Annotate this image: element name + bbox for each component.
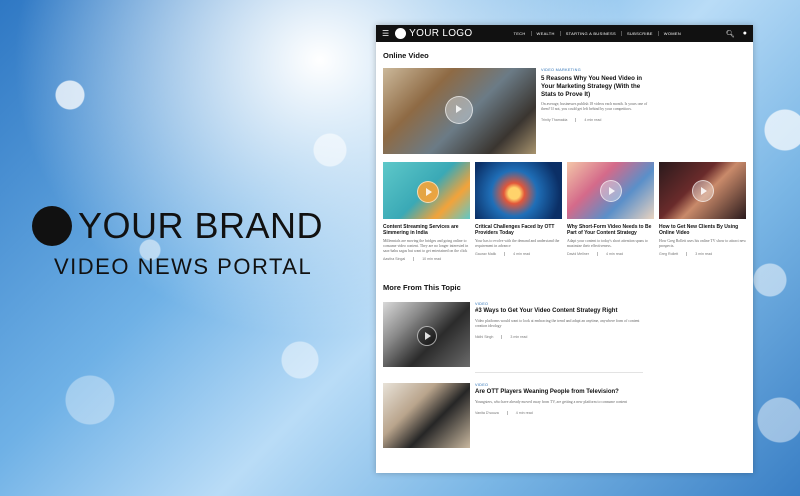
article-category[interactable]: VIDEO <box>475 302 645 306</box>
featured-text: VIDEO MARKETING 5 Reasons Why You Need V… <box>541 68 651 123</box>
video-card[interactable]: How to Get New Clients By Using Online V… <box>659 162 746 261</box>
article-title[interactable]: 5 Reasons Why You Need Video in Your Mar… <box>541 75 651 98</box>
nav-links: TECH WEALTH STARTING A BUSINESS SUBSCRIB… <box>508 31 717 36</box>
video-thumbnail[interactable] <box>475 162 562 219</box>
card-title[interactable]: Why Short-Form Video Needs to Be Part of… <box>567 224 654 237</box>
video-card[interactable]: Content Streaming Services are Simmering… <box>383 162 470 261</box>
card-excerpt: Millennials are moving the bridges and g… <box>383 238 469 253</box>
article-meta: Nidhi Singh 3 min read <box>475 335 645 340</box>
card-meta: Aastha Singal 10 min read <box>383 257 470 261</box>
card-meta: Greg Rollett 3 min read <box>659 252 746 256</box>
card-read-time: 3 min read <box>695 251 713 256</box>
meta-divider <box>501 335 503 340</box>
website-preview: ☰ YOUR LOGO TECH WEALTH STARTING A BUSIN… <box>376 25 753 473</box>
card-read-time: 4 min read <box>513 251 531 256</box>
brand-subtitle: VIDEO NEWS PORTAL <box>54 254 313 279</box>
featured-article[interactable]: VIDEO MARKETING 5 Reasons Why You Need V… <box>376 68 753 156</box>
section-title-more-from-topic: More From This Topic <box>383 282 461 292</box>
nav-link-starting-a-business[interactable]: STARTING A BUSINESS <box>561 31 622 36</box>
article-author[interactable]: Nidhi Singh <box>475 335 493 339</box>
video-card[interactable]: Critical Challenges Faced by OTT Provide… <box>475 162 562 261</box>
article-read-time: 4 min read <box>515 411 533 416</box>
section-title-online-video: Online Video <box>383 51 429 60</box>
article-meta: Trinity Thamakia 4 min read <box>541 118 651 123</box>
meta-divider <box>596 251 598 256</box>
article-read-time: 3 min read <box>510 335 528 340</box>
card-excerpt: Your has to evolve with the demand and u… <box>475 238 560 248</box>
video-thumbnail[interactable] <box>659 162 746 219</box>
meta-divider <box>686 251 688 256</box>
play-icon[interactable] <box>692 180 714 202</box>
article-read-time: 4 min read <box>584 118 602 123</box>
search-icon[interactable]: 🔍︎ <box>726 30 735 38</box>
card-title[interactable]: Content Streaming Services are Simmering… <box>383 224 470 237</box>
nav-link-women[interactable]: WOMEN <box>659 31 686 36</box>
article-category[interactable]: VIDEO <box>475 383 645 387</box>
list-divider <box>475 371 643 373</box>
play-icon[interactable] <box>417 325 437 346</box>
card-excerpt: Adapt your content to today's short atte… <box>567 238 648 248</box>
user-icon[interactable]: ● <box>743 30 747 37</box>
card-title[interactable]: Critical Challenges Faced by OTT Provide… <box>475 224 562 237</box>
brand-title: YOUR BRAND <box>78 205 324 246</box>
card-author[interactable]: David Mellner <box>567 252 589 256</box>
nav-link-wealth[interactable]: WEALTH <box>532 31 561 36</box>
nav-link-subscribe[interactable]: SUBSCRIBE <box>622 31 659 36</box>
brand-row: YOUR BRAND <box>32 206 352 246</box>
meta-divider <box>575 118 577 123</box>
article-title[interactable]: Are OTT Players Weaning People from Tele… <box>475 389 645 397</box>
video-thumbnail[interactable] <box>567 162 654 219</box>
featured-video-thumbnail[interactable] <box>383 68 536 154</box>
article-excerpt: Youngsters, who have already moved away … <box>475 400 628 405</box>
brand-block: YOUR BRAND VIDEO NEWS PORTAL <box>32 206 352 280</box>
article-category[interactable]: VIDEO MARKETING <box>541 68 651 72</box>
meta-divider <box>504 251 506 256</box>
list-article-text: VIDEO #3 Ways to Get Your Video Content … <box>475 302 645 340</box>
card-meta: Gaurav Malik 4 min read <box>475 252 562 256</box>
card-author[interactable]: Aastha Singal <box>383 257 405 261</box>
article-author[interactable]: Vanita D'souza <box>475 411 499 415</box>
article-excerpt: Video platforms would want to look at em… <box>475 319 640 329</box>
article-excerpt: On average, businesses publish 18 videos… <box>541 102 648 112</box>
article-author[interactable]: Trinity Thamakia <box>541 118 567 122</box>
meta-divider <box>506 411 508 416</box>
video-card-grid: Content Streaming Services are Simmering… <box>383 162 753 261</box>
card-author[interactable]: Gaurav Malik <box>475 252 496 256</box>
list-article-thumbnail[interactable] <box>383 382 470 448</box>
card-read-time: 10 min read <box>422 256 442 261</box>
hamburger-menu-icon[interactable]: ☰ <box>382 29 389 38</box>
meta-divider <box>413 256 415 261</box>
article-meta: Vanita D'souza 4 min read <box>475 411 645 416</box>
card-author[interactable]: Greg Rollett <box>659 252 678 256</box>
brand-logo-dot <box>32 206 72 246</box>
play-icon[interactable] <box>417 181 439 203</box>
article-title[interactable]: #3 Ways to Get Your Video Content Strate… <box>475 308 645 316</box>
top-nav: ☰ YOUR LOGO TECH WEALTH STARTING A BUSIN… <box>376 25 753 42</box>
list-article-thumbnail[interactable] <box>383 301 470 367</box>
list-article[interactable]: VIDEO #3 Ways to Get Your Video Content … <box>383 301 753 372</box>
card-meta: David Mellner 4 min read <box>567 252 654 256</box>
video-card[interactable]: Why Short-Form Video Needs to Be Part of… <box>567 162 654 261</box>
list-article[interactable]: VIDEO Are OTT Players Weaning People fro… <box>383 382 753 453</box>
list-article-text: VIDEO Are OTT Players Weaning People fro… <box>475 383 645 416</box>
site-logo[interactable]: YOUR LOGO <box>409 28 472 39</box>
play-icon[interactable] <box>445 96 473 124</box>
card-title[interactable]: How to Get New Clients By Using Online V… <box>659 224 746 237</box>
play-icon[interactable] <box>600 180 622 202</box>
video-thumbnail[interactable] <box>383 162 470 219</box>
card-read-time: 4 min read <box>605 251 623 256</box>
site-logo-dot <box>395 28 407 39</box>
card-excerpt: How Greg Rollett uses his online TV show… <box>659 238 746 248</box>
nav-link-tech[interactable]: TECH <box>508 31 532 36</box>
